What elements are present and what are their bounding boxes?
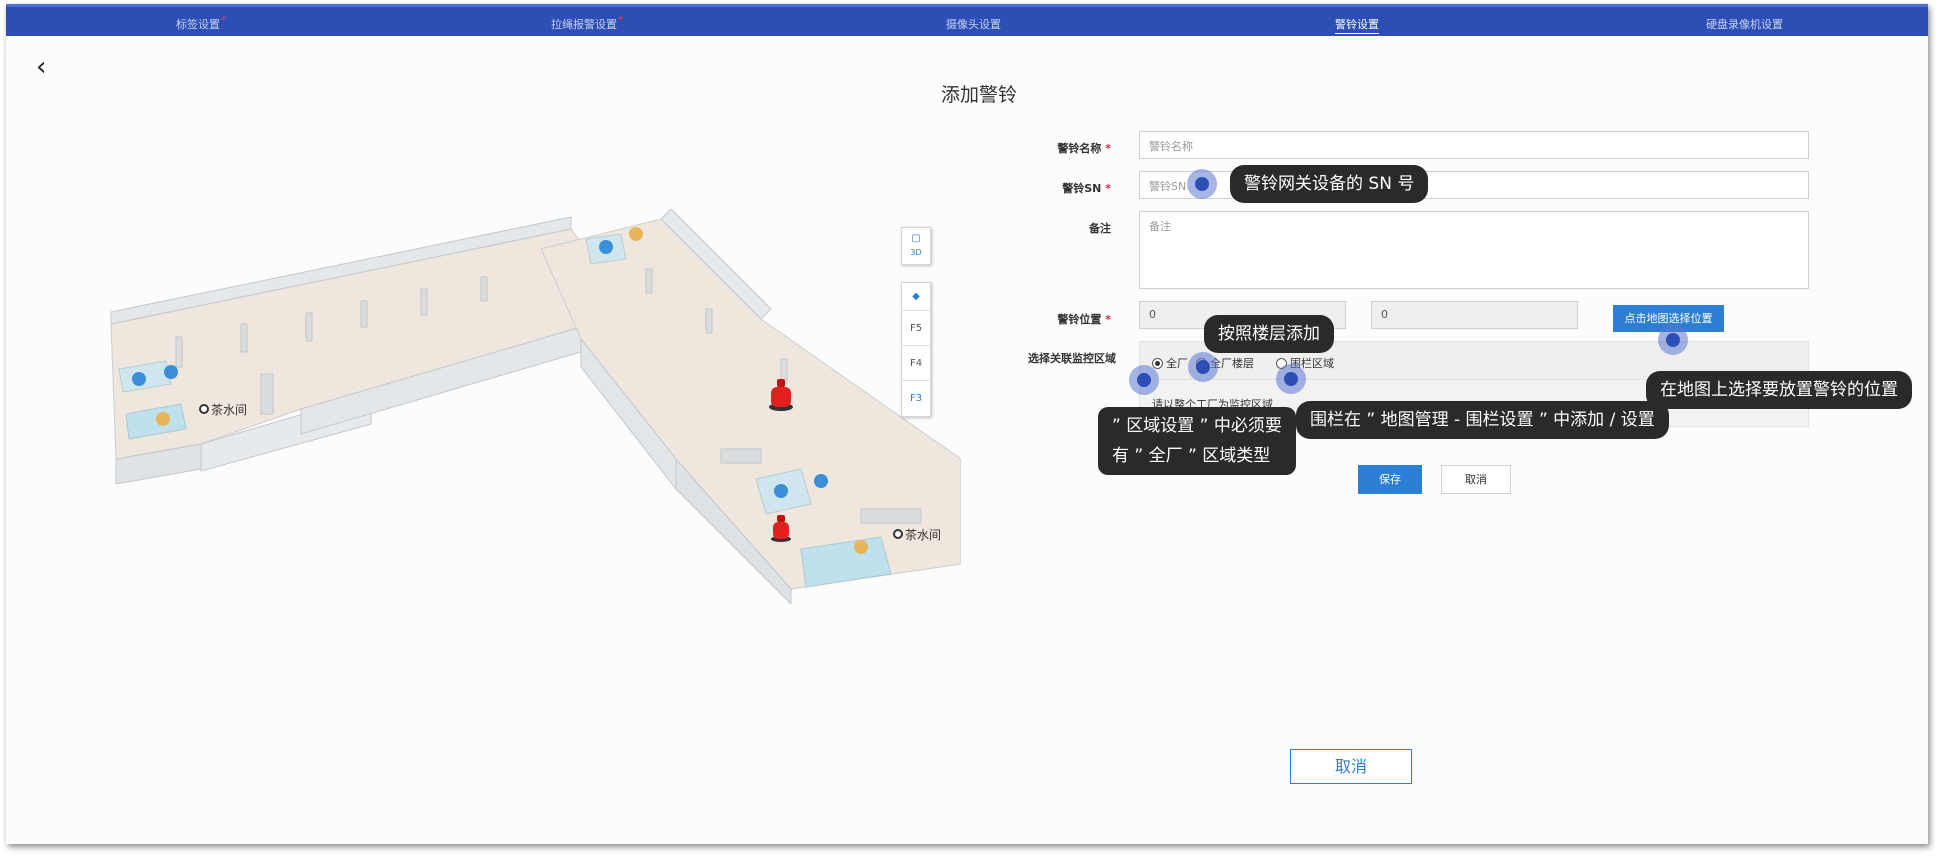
annotation-marker: [1276, 364, 1306, 394]
position-y-input[interactable]: 0: [1371, 301, 1578, 329]
required-mark: *: [618, 15, 623, 26]
name-label: 警铃名称 *: [1057, 142, 1111, 155]
scope-radio-whole-factory[interactable]: 全厂: [1152, 355, 1188, 371]
tab-camera-settings[interactable]: 摄像头设置: [946, 16, 1001, 32]
required-mark: *: [221, 15, 226, 26]
annotation-sn: 警铃网关设备的 SN 号: [1230, 165, 1429, 203]
floor-map-canvas[interactable]: 茶水间 茶水间: [101, 208, 962, 606]
floor-f4[interactable]: F4: [902, 346, 930, 381]
floor-selector: ◆ F5 F4 F3: [901, 282, 931, 417]
remark-label: 备注: [1089, 222, 1111, 235]
annotation-marker: [1187, 169, 1217, 199]
tab-nvr-settings[interactable]: 硬盘录像机设置: [1706, 16, 1783, 32]
scope-label: 选择关联监控区域: [1028, 352, 1116, 365]
remark-textarea[interactable]: 备注: [1139, 211, 1809, 289]
page-title: 添加警铃: [940, 84, 1017, 106]
top-tab-bar: 标签设置* 拉绳报警设置* 摄像头设置 警铃设置 硬盘录像机设置: [6, 4, 1928, 36]
floor-map[interactable]: 茶水间 茶水间 ▢ 3D ◆ F5 F4 F3: [101, 208, 962, 606]
tab-alarm-bell-settings[interactable]: 警铃设置: [1335, 16, 1379, 34]
annotation-marker: [1188, 352, 1218, 382]
annotation-region: ” 区域设置 ” 中必须要 有 ” 全厂 ” 区域类型: [1098, 407, 1296, 475]
room-label-tea-2: 茶水间: [905, 527, 941, 542]
cancel-button[interactable]: 取消: [1441, 465, 1511, 494]
footer-cancel-button[interactable]: 取消: [1290, 749, 1412, 784]
room-label-tea-1: 茶水间: [211, 402, 247, 417]
name-input[interactable]: 警铃名称: [1139, 131, 1809, 159]
annotation-marker: [1658, 325, 1688, 355]
annotation-fence: 围栏在 ” 地图管理 - 围栏设置 ” 中添加 / 设置: [1296, 401, 1669, 439]
floor-f5[interactable]: F5: [902, 311, 930, 346]
cube-icon: ▢: [911, 233, 921, 244]
view-3d-toggle[interactable]: ▢ 3D: [901, 227, 931, 265]
tab-tag-settings[interactable]: 标签设置*: [176, 15, 226, 32]
annotation-map-position: 在地图上选择要放置警铃的位置: [1646, 371, 1912, 409]
floor-f3[interactable]: F3: [902, 381, 930, 416]
back-arrow-icon[interactable]: ‹: [36, 54, 46, 80]
view-3d-label: 3D: [910, 248, 922, 257]
annotation-floor: 按照楼层添加: [1204, 315, 1334, 353]
sn-label: 警铃SN *: [1062, 182, 1111, 195]
floor-collapse-icon[interactable]: ◆: [902, 283, 930, 311]
app-window: 标签设置* 拉绳报警设置* 摄像头设置 警铃设置 硬盘录像机设置 ‹ 添加警铃: [6, 4, 1928, 844]
annotation-marker: [1129, 365, 1159, 395]
tab-pull-cord-alarm-settings[interactable]: 拉绳报警设置*: [551, 15, 623, 32]
position-label: 警铃位置 *: [1057, 313, 1111, 326]
save-button[interactable]: 保存: [1358, 465, 1422, 494]
